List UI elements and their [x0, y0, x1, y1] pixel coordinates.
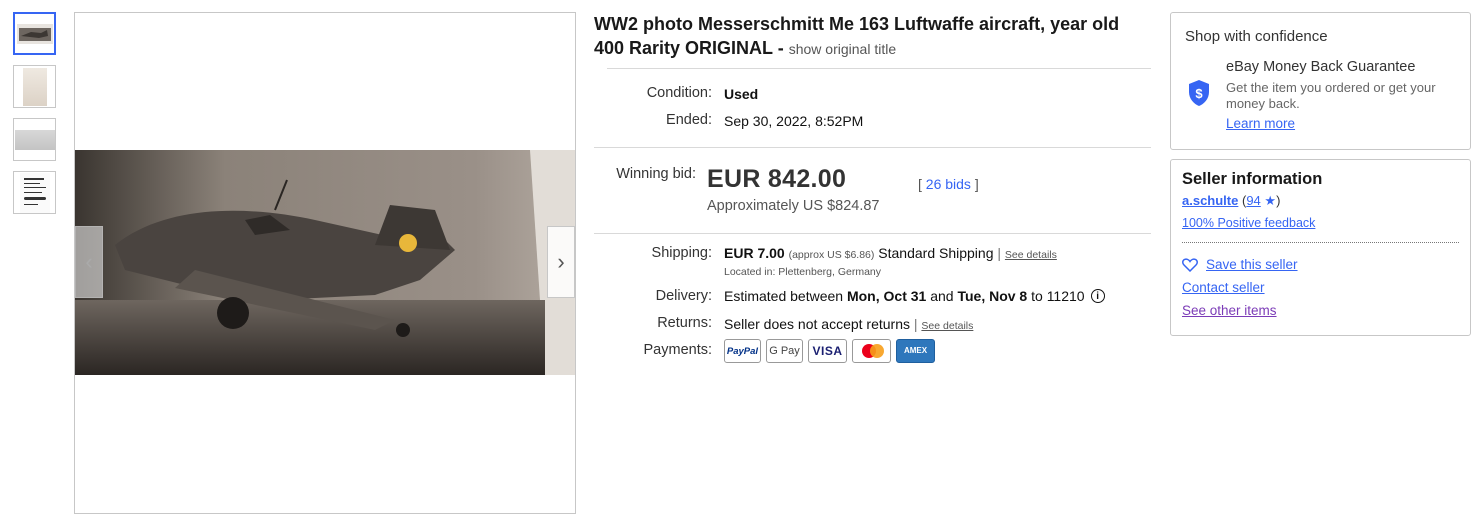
seller-score-close: ) — [1276, 193, 1281, 208]
next-image-button[interactable]: › — [547, 226, 575, 298]
thumbnail-photo-2 — [22, 67, 47, 106]
visa-label: VISA — [812, 344, 843, 358]
shipping-label: Shipping: — [651, 245, 712, 261]
delivery-prefix: Estimated between — [724, 288, 844, 304]
condition-value: Used — [724, 86, 759, 102]
main-image-viewer[interactable]: ‹ › — [74, 12, 576, 514]
shop-with-confidence-panel: Shop with confidence $ eBay Money Back G… — [1170, 12, 1471, 150]
amex-label: AMEX — [903, 346, 928, 355]
item-location: Located in: Plettenberg, Germany — [724, 266, 882, 278]
delivery-and: and — [926, 288, 958, 304]
bid-history: [ 26 bids ] — [918, 176, 979, 192]
money-back-guarantee-title: eBay Money Back Guarantee — [1226, 59, 1416, 75]
money-back-guarantee-desc: Get the item you ordered or get your mon… — [1226, 80, 1436, 111]
delivery-date-start: Mon, Oct 31 — [846, 288, 927, 304]
seller-username-link[interactable]: a.schulte — [1182, 193, 1238, 208]
bids-bracket-close: ] — [970, 176, 979, 192]
learn-more-link[interactable]: Learn more — [1226, 116, 1295, 131]
shipping-price: EUR 7.00 — [724, 245, 785, 261]
visa-icon: VISA — [808, 339, 847, 363]
previous-image-button[interactable]: ‹ — [75, 226, 103, 298]
shipping-separator: | — [997, 245, 1002, 261]
seller-name-row: a.schulte (94 ★) — [1182, 193, 1280, 209]
ended-label: Ended: — [666, 112, 712, 128]
thumbnail-photo-4 — [19, 172, 50, 213]
bids-count-link[interactable]: 26 bids — [926, 176, 971, 192]
returns-policy: Seller does not accept returns — [724, 316, 910, 332]
star-icon: ★ — [1264, 193, 1277, 208]
paypal-label: PayPal — [726, 345, 759, 357]
contact-seller-link[interactable]: Contact seller — [1182, 280, 1265, 295]
returns-value: Seller does not accept returns | See det… — [724, 316, 973, 332]
divider — [594, 233, 1151, 234]
google-pay-icon: G Pay — [766, 339, 803, 363]
winning-bid-approx: Approximately US $824.87 — [707, 198, 880, 214]
shipping-approx: (approx US $6.86) — [788, 249, 875, 261]
heart-icon — [1182, 257, 1198, 272]
amex-icon: AMEX — [896, 339, 935, 363]
shield-icon: $ — [1189, 80, 1209, 106]
returns-label: Returns: — [657, 315, 712, 331]
delivery-date-end: Tue, Nov 8 — [957, 288, 1028, 304]
winning-bid-label: Winning bid: — [616, 166, 696, 182]
seller-info-title: Seller information — [1182, 170, 1323, 188]
google-pay-label: G Pay — [769, 345, 800, 357]
thumbnail-2[interactable] — [13, 65, 56, 108]
listing-title: WW2 photo Messerschmitt Me 163 Luftwaffe… — [594, 12, 1154, 61]
paypal-icon: PayPal — [724, 339, 761, 363]
mastercard-icon — [852, 339, 891, 363]
shipping-method: Standard Shipping — [878, 245, 994, 261]
shipping-value: EUR 7.00 (approx US $6.86) Standard Ship… — [724, 245, 1057, 261]
payment-methods: PayPal G Pay VISA AMEX — [724, 339, 935, 363]
ended-value: Sep 30, 2022, 8:52PM — [724, 113, 864, 129]
thumbnail-list — [13, 12, 59, 224]
svg-text:$: $ — [1195, 86, 1203, 101]
thumbnail-photo-1 — [16, 23, 53, 44]
see-other-items-link[interactable]: See other items — [1182, 303, 1277, 318]
listing-photo — [75, 150, 575, 375]
returns-separator: | — [913, 316, 918, 332]
seller-score-link[interactable]: 94 — [1246, 193, 1260, 208]
thumbnail-1[interactable] — [13, 12, 56, 55]
chevron-right-icon: › — [557, 249, 565, 274]
save-seller-button[interactable]: Save this seller — [1182, 257, 1298, 272]
info-icon[interactable]: i — [1090, 289, 1105, 303]
divider — [607, 68, 1151, 69]
positive-feedback-link[interactable]: 100% Positive feedback — [1182, 216, 1315, 230]
thumbnail-4[interactable] — [13, 171, 56, 214]
thumbnail-photo-3 — [14, 129, 55, 150]
bids-bracket-open: [ — [918, 176, 926, 192]
winning-bid-price: EUR 842.00 — [707, 165, 847, 193]
divider — [1182, 242, 1459, 243]
delivery-zip: to 11210 — [1027, 288, 1085, 304]
seller-information-panel: Seller information a.schulte (94 ★) 100%… — [1170, 159, 1471, 336]
show-original-title-link[interactable]: show original title — [789, 41, 896, 57]
returns-see-details-link[interactable]: See details — [921, 320, 973, 332]
confidence-title: Shop with confidence — [1185, 28, 1328, 45]
delivery-value: Estimated between Mon, Oct 31 and Tue, N… — [724, 288, 1105, 304]
shipping-see-details-link[interactable]: See details — [1005, 249, 1057, 261]
delivery-label: Delivery: — [655, 288, 712, 304]
condition-label: Condition: — [646, 85, 712, 101]
payments-label: Payments: — [643, 342, 713, 358]
divider — [594, 147, 1151, 148]
save-seller-label: Save this seller — [1206, 257, 1298, 272]
chevron-left-icon: ‹ — [85, 249, 93, 274]
thumbnail-3[interactable] — [13, 118, 56, 161]
